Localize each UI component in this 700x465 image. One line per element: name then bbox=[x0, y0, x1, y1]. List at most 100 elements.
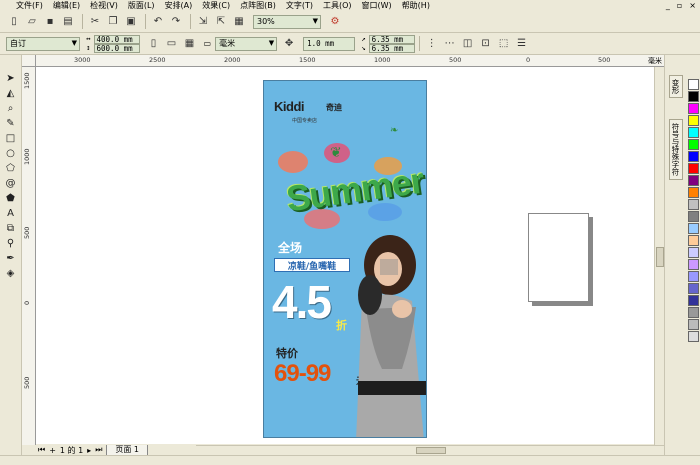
palette-swatch[interactable] bbox=[687, 331, 699, 342]
landscape-icon[interactable]: ▭ bbox=[164, 36, 180, 52]
export-icon[interactable]: ⇱ bbox=[213, 14, 229, 30]
shoes-badge: 凉鞋/鱼嘴鞋 bbox=[274, 258, 350, 272]
open-folder-icon[interactable]: ▱ bbox=[24, 14, 40, 30]
palette-swatch[interactable] bbox=[687, 127, 699, 138]
print-icon[interactable]: ▤ bbox=[60, 14, 76, 30]
outline-tool-icon[interactable]: ✒ bbox=[3, 251, 19, 265]
menu-help[interactable]: 帮助(H) bbox=[402, 0, 430, 11]
drawing-canvas[interactable]: Kiddi 奇迪 中国专卖店 ❦ ❧ Summer 全场 凉鞋/鱼嘴鞋 4.5 … bbox=[36, 67, 654, 444]
menu-text[interactable]: 文字(T) bbox=[286, 0, 313, 11]
flower-decoration bbox=[278, 151, 308, 173]
portrait-icon[interactable]: ▯ bbox=[146, 36, 162, 52]
palette-swatch[interactable] bbox=[687, 91, 699, 102]
add-page-icon[interactable]: + bbox=[49, 446, 56, 455]
rectangle-tool-icon[interactable]: □ bbox=[3, 131, 19, 145]
palette-swatch[interactable] bbox=[687, 259, 699, 270]
dup-y-field[interactable]: 6.35 mm bbox=[368, 43, 415, 53]
docker-tab-symbols[interactable]: 符号与特殊字符 bbox=[669, 119, 683, 180]
snap-objects-icon[interactable]: ◫ bbox=[460, 36, 476, 52]
zoom-select[interactable]: 30% ▼ bbox=[253, 14, 321, 29]
corel-online-icon[interactable]: ⚙ bbox=[327, 14, 343, 30]
treat-as-filled-icon[interactable]: ⬚ bbox=[496, 36, 512, 52]
palette-swatch[interactable] bbox=[687, 151, 699, 162]
fill-tool-icon[interactable]: ◈ bbox=[3, 266, 19, 280]
palette-swatch[interactable] bbox=[687, 295, 699, 306]
ellipse-tool-icon[interactable]: ○ bbox=[3, 146, 19, 160]
minimize-button[interactable]: _ bbox=[666, 1, 670, 10]
horizontal-scroll-thumb[interactable] bbox=[416, 447, 446, 454]
docker-tab-transform[interactable]: 变形 bbox=[669, 75, 683, 98]
basic-shapes-tool-icon[interactable]: ⬟ bbox=[3, 191, 19, 205]
menu-effects[interactable]: 效果(C) bbox=[202, 0, 230, 11]
palette-swatch[interactable] bbox=[687, 271, 699, 282]
menu-layout[interactable]: 版面(L) bbox=[128, 0, 155, 11]
paper-preset-select[interactable]: 自订 ▼ bbox=[6, 36, 80, 51]
redo-icon[interactable]: ↷ bbox=[168, 14, 184, 30]
palette-swatch[interactable] bbox=[687, 175, 699, 186]
import-icon[interactable]: ⇲ bbox=[195, 14, 211, 30]
save-icon[interactable]: ▪ bbox=[42, 14, 58, 30]
menu-bitmaps[interactable]: 点阵图(B) bbox=[240, 0, 276, 11]
zoom-tool-icon[interactable]: ⌕ bbox=[3, 101, 19, 115]
shape-tool-icon[interactable]: ◭ bbox=[3, 86, 19, 100]
cut-icon[interactable]: ✂ bbox=[87, 14, 103, 30]
palette-swatch[interactable] bbox=[687, 115, 699, 126]
menu-view[interactable]: 检视(V) bbox=[90, 0, 118, 11]
ruler-origin[interactable] bbox=[22, 55, 36, 67]
spiral-tool-icon[interactable]: @ bbox=[3, 176, 19, 190]
copy-icon[interactable]: ❐ bbox=[105, 14, 121, 30]
polygon-tool-icon[interactable]: ⬠ bbox=[3, 161, 19, 175]
menu-window[interactable]: 窗口(W) bbox=[362, 0, 392, 11]
dup-x-field[interactable]: 6.35 mm bbox=[368, 34, 415, 44]
snap-grid-icon[interactable]: ⋮ bbox=[424, 36, 440, 52]
menu-file[interactable]: 文件(F) bbox=[16, 0, 43, 11]
palette-swatch[interactable] bbox=[687, 139, 699, 150]
nudge-distance-field[interactable]: 1.0 mm bbox=[303, 36, 356, 51]
palette-swatch[interactable] bbox=[687, 103, 699, 114]
paste-icon[interactable]: ▣ bbox=[123, 14, 139, 30]
last-page-icon[interactable]: ⏭ bbox=[95, 445, 102, 455]
palette-swatch[interactable] bbox=[687, 211, 699, 222]
palette-swatch[interactable] bbox=[687, 199, 699, 210]
snap-guidelines-icon[interactable]: ⋯ bbox=[442, 36, 458, 52]
menu-arrange[interactable]: 安排(A) bbox=[165, 0, 193, 11]
vertical-scrollbar[interactable] bbox=[654, 67, 664, 445]
undo-icon[interactable]: ↶ bbox=[150, 14, 166, 30]
page-width-field[interactable]: 400.0 mm bbox=[93, 34, 140, 44]
horizontal-scrollbar[interactable] bbox=[196, 445, 664, 455]
palette-swatch[interactable] bbox=[687, 163, 699, 174]
new-file-icon[interactable]: ▯ bbox=[6, 14, 22, 30]
page-tab[interactable]: 页面 1 bbox=[106, 444, 149, 456]
palette-swatch[interactable] bbox=[687, 235, 699, 246]
palette-swatch[interactable] bbox=[687, 247, 699, 258]
options-icon[interactable]: ☰ bbox=[514, 36, 530, 52]
palette-swatch[interactable] bbox=[687, 283, 699, 294]
blank-page-preview[interactable] bbox=[528, 213, 589, 302]
page-height-field[interactable]: 600.0 mm bbox=[93, 43, 140, 53]
horizontal-ruler[interactable]: 3000 2500 2000 1500 1000 500 0 500 毫米 bbox=[36, 55, 664, 67]
eyedropper-tool-icon[interactable]: ⚲ bbox=[3, 236, 19, 250]
pick-tool-icon[interactable]: ➤ bbox=[3, 71, 19, 85]
vertical-scroll-thumb[interactable] bbox=[656, 247, 664, 267]
app-launcher-icon[interactable]: ▦ bbox=[231, 14, 247, 30]
freehand-tool-icon[interactable]: ✎ bbox=[3, 116, 19, 130]
all-pages-icon[interactable]: ▦ bbox=[182, 36, 198, 52]
dynamic-guides-icon[interactable]: ⊡ bbox=[478, 36, 494, 52]
vertical-ruler[interactable]: 1500 1000 500 0 500 bbox=[22, 67, 36, 445]
interactive-blend-tool-icon[interactable]: ⧉ bbox=[3, 221, 19, 235]
menu-edit[interactable]: 编辑(E) bbox=[53, 0, 80, 11]
palette-swatch[interactable] bbox=[687, 187, 699, 198]
palette-swatch[interactable] bbox=[687, 79, 699, 90]
menu-tools[interactable]: 工具(O) bbox=[323, 0, 352, 11]
next-page-icon[interactable]: ▸ bbox=[87, 446, 91, 455]
palette-swatch[interactable] bbox=[687, 223, 699, 234]
toolbox: ➤ ◭ ⌕ ✎ □ ○ ⬠ @ ⬟ A ⧉ ⚲ ✒ ◈ bbox=[0, 55, 22, 455]
close-button[interactable]: × bbox=[689, 1, 696, 10]
first-page-icon[interactable]: ⏮ bbox=[38, 445, 45, 455]
text-tool-icon[interactable]: A bbox=[3, 206, 19, 220]
units-select[interactable]: 毫米 ▼ bbox=[215, 36, 278, 51]
palette-swatch[interactable] bbox=[687, 319, 699, 330]
palette-swatch[interactable] bbox=[687, 307, 699, 318]
poster-artwork[interactable]: Kiddi 奇迪 中国专卖店 ❦ ❧ Summer 全场 凉鞋/鱼嘴鞋 4.5 … bbox=[263, 80, 427, 438]
restore-button[interactable]: ▫ bbox=[677, 1, 682, 10]
